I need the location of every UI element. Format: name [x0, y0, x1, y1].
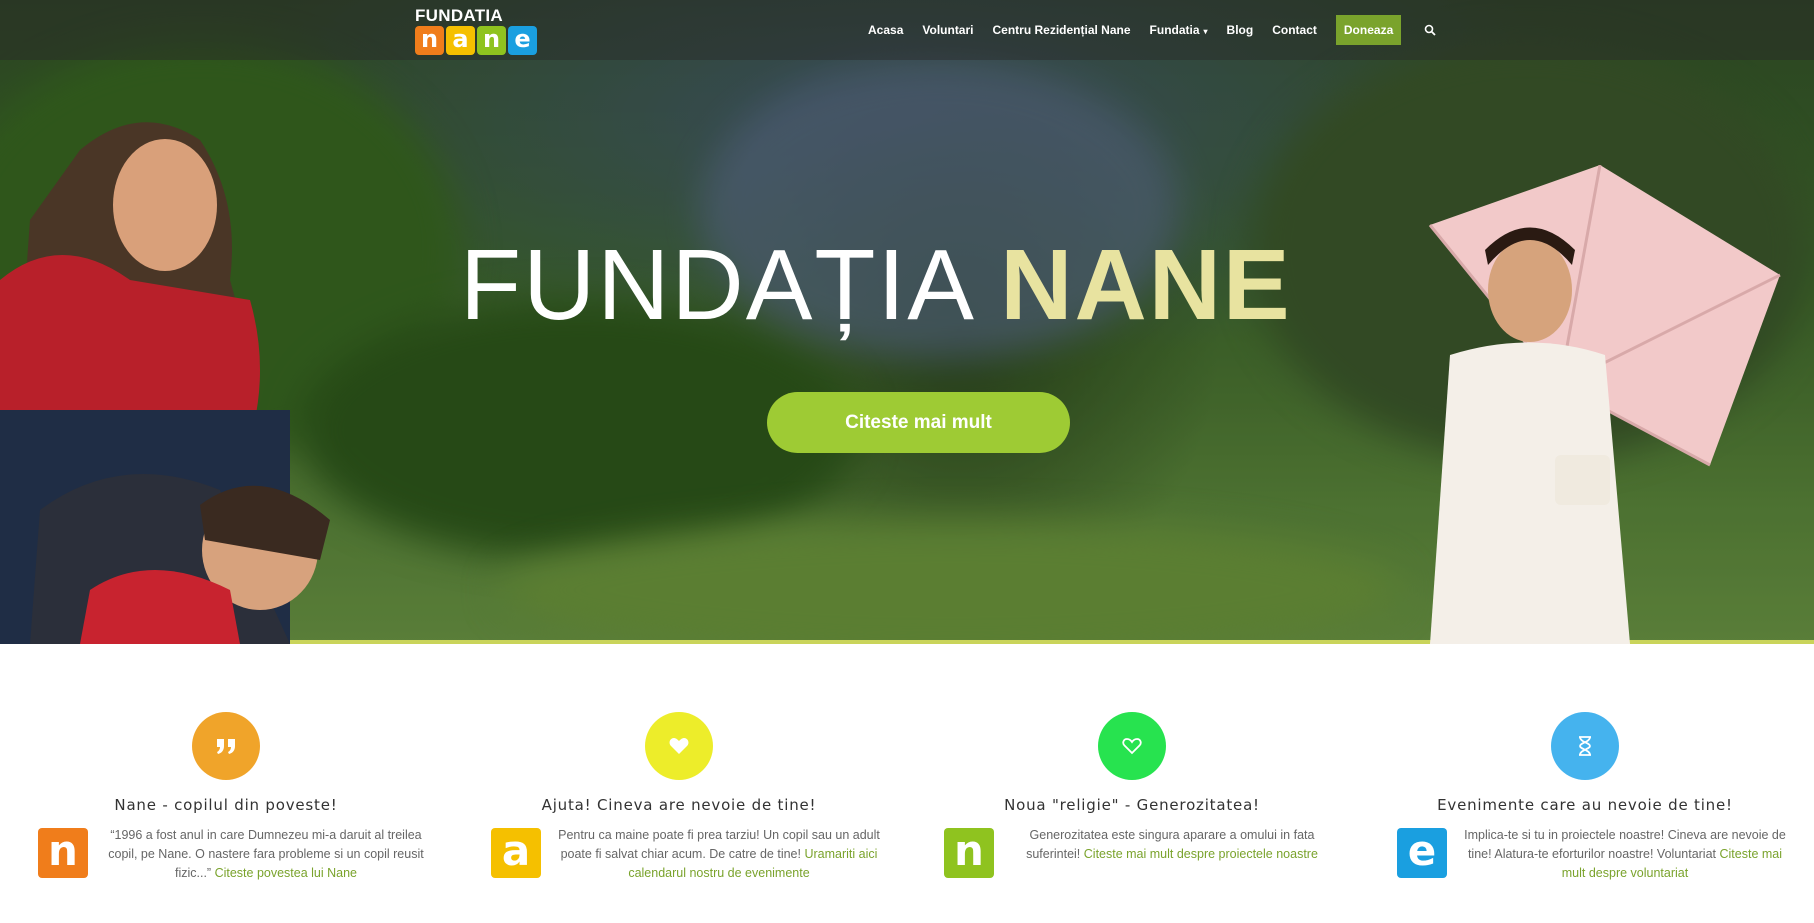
feature-letter-badge: n: [38, 828, 88, 878]
hero-photo-right: [1428, 165, 1781, 644]
heart-outline-icon: [1098, 712, 1166, 780]
feature-title: Noua "religie" - Generozitatea!: [1004, 796, 1260, 814]
search-icon-svg: [1424, 24, 1436, 36]
feature-text: Generozitatea este singura aparare a omu…: [1002, 826, 1342, 864]
logo-tile-n2: n: [477, 26, 506, 55]
feature-letter-badge: a: [491, 828, 541, 878]
main-menu: Acasa Voluntari Centru Rezidențial Nane …: [868, 0, 1438, 60]
menu-item-blog[interactable]: Blog: [1227, 23, 1254, 37]
logo-wordmark: FUNDATIA: [415, 6, 504, 25]
hero-title: FUNDAȚIA NANE: [460, 228, 1360, 343]
feature-title: Evenimente care au nevoie de tine!: [1437, 796, 1733, 814]
quote-icon: [192, 712, 260, 780]
hero-title-accent: NANE: [1000, 229, 1292, 341]
feature-text: “1996 a fost anul in care Dumnezeu mi-a …: [96, 826, 436, 883]
logo-letter-tiles: n a n e: [415, 26, 537, 55]
heart-icon-svg: [669, 738, 689, 754]
quote-icon-svg: [217, 739, 235, 754]
menu-item-voluntari[interactable]: Voluntari: [922, 23, 973, 37]
menu-item-contact[interactable]: Contact: [1272, 23, 1317, 37]
heart-outline-icon-svg: [1122, 738, 1142, 755]
fundatia-nane-logo[interactable]: FUNDATIA n a n e: [415, 6, 540, 55]
menu-item-acasa[interactable]: Acasa: [868, 23, 903, 37]
feature-letter-badge: e: [1397, 828, 1447, 878]
feature-letter-badge: n: [944, 828, 994, 878]
top-navbar: FUNDATIA n a n e Acasa Voluntari Centru …: [0, 0, 1814, 60]
features-section: Nane - copilul din poveste! n “1996 a fo…: [0, 644, 1814, 923]
feature-link[interactable]: Citeste mai mult despre proiectele noast…: [1084, 847, 1318, 861]
feature-text: Pentru ca maine poate fi prea tarziu! Un…: [549, 826, 889, 883]
hero-title-main: FUNDAȚIA: [460, 229, 971, 341]
hero-photo-left: [0, 122, 330, 644]
feature-title: Nane - copilul din poveste!: [114, 796, 338, 814]
feature-text: Implica-te si tu in proiectele noastre! …: [1455, 826, 1795, 883]
menu-item-centru-rezidential[interactable]: Centru Rezidențial Nane: [993, 23, 1131, 37]
logo-tile-e: e: [508, 26, 537, 55]
hourglass-icon-svg: [1579, 736, 1591, 756]
menu-item-fundatia[interactable]: Fundatia ▾: [1150, 23, 1208, 37]
menu-item-fundatia-label: Fundatia: [1149, 23, 1200, 37]
chevron-down-icon: ▾: [1203, 27, 1208, 36]
logo-tile-a: a: [446, 26, 475, 55]
feature-title: Ajuta! Cineva are nevoie de tine!: [541, 796, 817, 814]
read-more-button[interactable]: Citeste mai mult: [767, 392, 1070, 453]
hourglass-icon: [1551, 712, 1619, 780]
heart-icon: [645, 712, 713, 780]
feature-link[interactable]: Citeste povestea lui Nane: [215, 866, 357, 880]
search-icon[interactable]: [1424, 23, 1438, 37]
donate-button[interactable]: Doneaza: [1335, 15, 1402, 45]
logo-tile-n: n: [415, 26, 444, 55]
